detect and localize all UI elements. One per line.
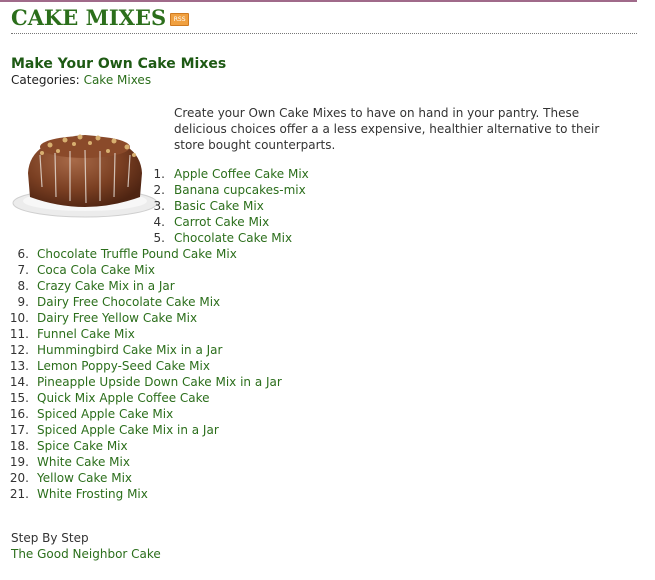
list-item: 18. Spice Cake Mix — [0, 438, 128, 454]
list-item-number: 18. — [9, 439, 29, 453]
list-item: 13. Lemon Poppy-Seed Cake Mix — [0, 358, 210, 374]
list-item: 9. Dairy Free Chocolate Cake Mix — [0, 294, 221, 310]
recipe-link[interactable]: Coca Cola Cake Mix — [37, 262, 155, 278]
recipe-link[interactable]: Yellow Cake Mix — [37, 470, 132, 486]
top-border — [0, 0, 637, 2]
recipe-link[interactable]: White Cake Mix — [37, 454, 130, 470]
list-item: 20. Yellow Cake Mix — [0, 470, 132, 486]
post-intro: Create your Own Cake Mixes to have on ha… — [174, 106, 600, 152]
recipe-link[interactable]: Pineapple Upside Down Cake Mix in a Jar — [37, 374, 282, 390]
recipe-link[interactable]: Quick Mix Apple Coffee Cake — [37, 390, 210, 406]
list-item-number: 11. — [9, 327, 29, 341]
list-item: 11. Funnel Cake Mix — [0, 326, 135, 342]
recipe-link[interactable]: Dairy Free Chocolate Cake Mix — [37, 294, 220, 310]
recipe-list: 1. Apple Coffee Cake Mix 2. Banana cupcakes… — [0, 166, 309, 502]
recipe-link[interactable]: Lemon Poppy-Seed Cake Mix — [37, 358, 210, 374]
list-item-number: 10. — [9, 311, 29, 325]
category-link[interactable]: Cake Mixes — [84, 73, 152, 87]
post-title-link[interactable]: Make Your Own Cake Mixes — [11, 55, 226, 73]
recipe-link[interactable]: White Frosting Mix — [37, 486, 148, 502]
rss-feed-icon[interactable]: RSS — [170, 13, 190, 26]
list-item: 21. White Frosting Mix — [0, 486, 148, 502]
list-item: 6. Chocolate Truffle Pound Cake Mix — [0, 246, 237, 262]
list-item-number: 3. — [153, 199, 165, 213]
recipe-link[interactable]: Dairy Free Yellow Cake Mix — [37, 310, 197, 326]
list-item-number: 1. — [153, 167, 165, 181]
recipe-link[interactable]: Carrot Cake Mix — [174, 214, 269, 230]
recipe-link[interactable]: Funnel Cake Mix — [37, 326, 135, 342]
list-item-number: 7. — [17, 263, 29, 277]
page-header: CAKE MIXES RSS — [11, 5, 190, 30]
list-item: 4. Carrot Cake Mix — [0, 214, 270, 230]
post-categories: Categories: Cake Mixes — [11, 73, 151, 88]
list-item: 5. Chocolate Cake Mix — [0, 230, 293, 246]
list-item-number: 6. — [17, 247, 29, 261]
recipe-link[interactable]: Chocolate Truffle Pound Cake Mix — [37, 246, 237, 262]
recipe-link[interactable]: Spiced Apple Cake Mix — [37, 406, 173, 422]
list-item-number: 8. — [17, 279, 29, 293]
list-item: 8. Crazy Cake Mix in a Jar — [0, 278, 175, 294]
list-item-number: 5. — [153, 231, 165, 245]
list-item: 7. Coca Cola Cake Mix — [0, 262, 155, 278]
dotted-divider — [11, 33, 637, 34]
list-item-number: 13. — [9, 359, 29, 373]
list-item-number: 9. — [17, 295, 29, 309]
recipe-link[interactable]: Banana cupcakes-mix — [174, 182, 306, 198]
list-item: 14. Pineapple Upside Down Cake Mix in a J… — [0, 374, 282, 390]
list-item: 10. Dairy Free Yellow Cake Mix — [0, 310, 197, 326]
page-title: CAKE MIXES — [11, 5, 167, 30]
list-item: 17. Spiced Apple Cake Mix in a Jar — [0, 422, 219, 438]
list-item: 15. Quick Mix Apple Coffee Cake — [0, 390, 210, 406]
list-item-number: 19. — [9, 455, 29, 469]
list-item-number: 17. — [9, 423, 29, 437]
recipe-link[interactable]: Hummingbird Cake Mix in a Jar — [37, 342, 222, 358]
next-post-link[interactable]: The Good Neighbor Cake — [11, 547, 161, 562]
list-item-number: 12. — [9, 343, 29, 357]
list-item: 12. Hummingbird Cake Mix in a Jar — [0, 342, 223, 358]
list-item-number: 14. — [9, 375, 29, 389]
list-item: 19. White Cake Mix — [0, 454, 130, 470]
recipe-link[interactable]: Spiced Apple Cake Mix in a Jar — [37, 422, 219, 438]
recipe-link[interactable]: Crazy Cake Mix in a Jar — [37, 278, 175, 294]
list-item: 16. Spiced Apple Cake Mix — [0, 406, 173, 422]
list-item: 2. Banana cupcakes-mix — [0, 182, 306, 198]
list-item-number: 15. — [9, 391, 29, 405]
categories-label: Categories: — [11, 73, 80, 87]
recipe-link[interactable]: Chocolate Cake Mix — [174, 230, 292, 246]
section-label: Step By Step — [11, 531, 89, 545]
list-item-number: 4. — [153, 215, 165, 229]
list-item-number: 20. — [9, 471, 29, 485]
list-item-number: 21. — [9, 487, 29, 501]
recipe-link[interactable]: Spice Cake Mix — [37, 438, 128, 454]
list-item: 1. Apple Coffee Cake Mix — [0, 166, 309, 182]
recipe-link[interactable]: Apple Coffee Cake Mix — [174, 166, 309, 182]
list-item-number: 2. — [153, 183, 165, 197]
recipe-link[interactable]: Basic Cake Mix — [174, 198, 264, 214]
list-item-number: 16. — [9, 407, 29, 421]
list-item: 3. Basic Cake Mix — [0, 198, 264, 214]
